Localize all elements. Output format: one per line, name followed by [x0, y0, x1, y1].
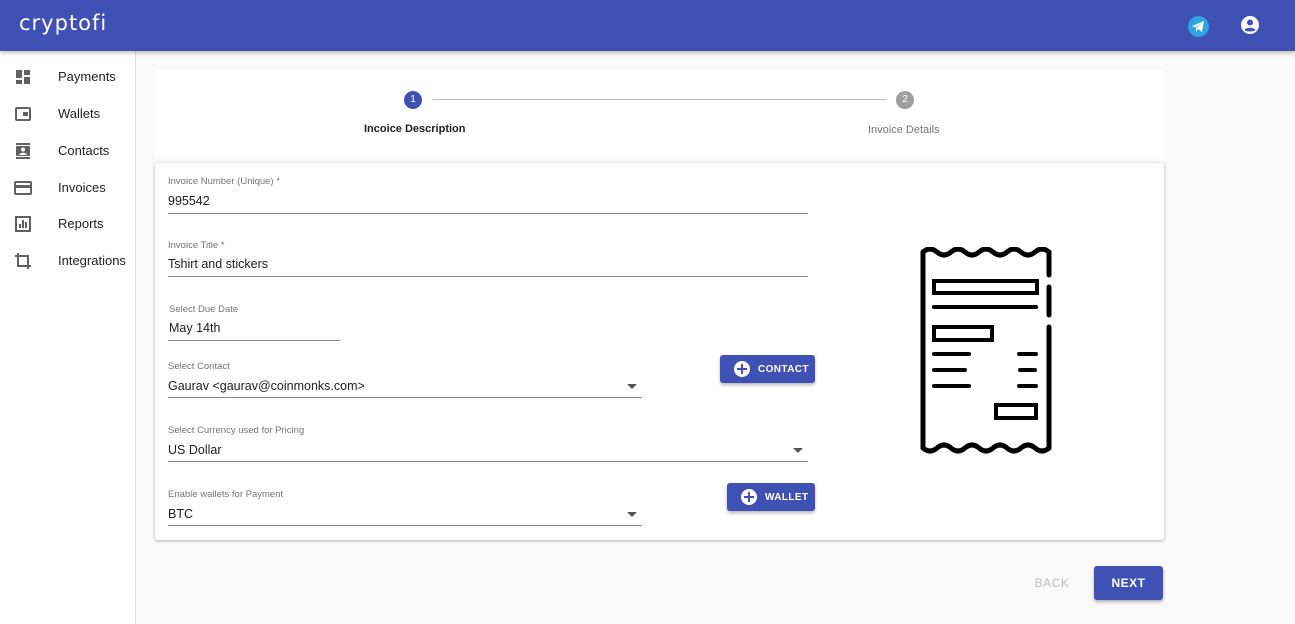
contact-underline: [168, 397, 642, 398]
contact-label: Select Contact: [168, 361, 230, 372]
add-circle-icon: [741, 489, 757, 505]
contacts-icon: [16, 143, 30, 159]
add-circle-icon: [734, 361, 750, 377]
telegram-icon[interactable]: [1188, 16, 1209, 37]
wallets-select[interactable]: BTC: [168, 507, 193, 521]
chevron-down-icon[interactable]: [627, 512, 637, 517]
chevron-down-icon[interactable]: [627, 384, 637, 389]
app-bar: cryptofi: [0, 0, 1295, 51]
sidebar-item-invoices[interactable]: Invoices: [0, 170, 135, 206]
due-date-input[interactable]: May 14th: [169, 321, 220, 335]
invoice-form-card: Invoice Number (Unique) * 995542 Invoice…: [155, 163, 1164, 540]
next-button[interactable]: NEXT: [1094, 566, 1163, 600]
invoice-title-input[interactable]: Tshirt and stickers: [168, 257, 268, 271]
stepper: 1 2 Incoice Description Invoice Details: [155, 70, 1164, 158]
step-2-label[interactable]: Invoice Details: [868, 124, 940, 136]
sidebar-item-payments[interactable]: Payments: [0, 59, 135, 95]
step-1-indicator[interactable]: 1: [404, 91, 422, 109]
sidebar-item-label: Integrations: [58, 253, 126, 268]
sidebar-item-reports[interactable]: Reports: [0, 206, 135, 242]
sidebar: Payments Wallets Contacts Invoices Repor…: [0, 51, 136, 624]
add-wallet-button[interactable]: WALLET: [727, 483, 815, 511]
sidebar-item-label: Payments: [58, 69, 116, 84]
invoice-number-label: Invoice Number (Unique) *: [168, 176, 280, 187]
receipt-illustration: [920, 247, 1052, 454]
chart-icon: [15, 216, 31, 232]
sidebar-item-label: Invoices: [58, 180, 106, 195]
add-contact-button[interactable]: CONTACT: [720, 355, 815, 383]
due-date-underline: [168, 340, 340, 341]
wallets-underline: [168, 525, 642, 526]
wallet-icon: [15, 107, 31, 121]
dashboard-icon: [16, 70, 30, 84]
sidebar-item-integrations[interactable]: Integrations: [0, 243, 135, 279]
invoice-number-input[interactable]: 995542: [168, 194, 210, 208]
step-connector: [433, 99, 886, 100]
invoice-number-underline: [168, 213, 808, 214]
crop-icon: [15, 253, 31, 269]
currency-underline: [168, 461, 808, 462]
step-2-indicator[interactable]: 2: [896, 91, 914, 109]
sidebar-item-contacts[interactable]: Contacts: [0, 133, 135, 169]
invoice-title-underline: [168, 276, 808, 277]
brand-logo[interactable]: cryptofi: [19, 11, 107, 35]
sidebar-item-label: Contacts: [58, 143, 110, 158]
currency-select[interactable]: US Dollar: [168, 443, 222, 457]
contact-select[interactable]: Gaurav <gaurav@coinmonks.com>: [168, 379, 365, 393]
account-circle-icon[interactable]: [1240, 15, 1260, 35]
chevron-down-icon[interactable]: [793, 448, 803, 453]
currency-label: Select Currency used for Pricing: [168, 425, 305, 436]
sidebar-item-label: Reports: [58, 216, 104, 231]
step-1-label[interactable]: Incoice Description: [364, 123, 465, 135]
wallets-label: Enable wallets for Payment: [168, 489, 284, 500]
credit-card-icon: [14, 181, 32, 195]
back-button[interactable]: BACK: [1024, 566, 1080, 600]
sidebar-item-label: Wallets: [58, 106, 101, 121]
invoice-title-label: Invoice Title *: [168, 240, 225, 251]
sidebar-item-wallets[interactable]: Wallets: [0, 96, 135, 132]
due-date-label: Select Due Date: [169, 304, 239, 315]
